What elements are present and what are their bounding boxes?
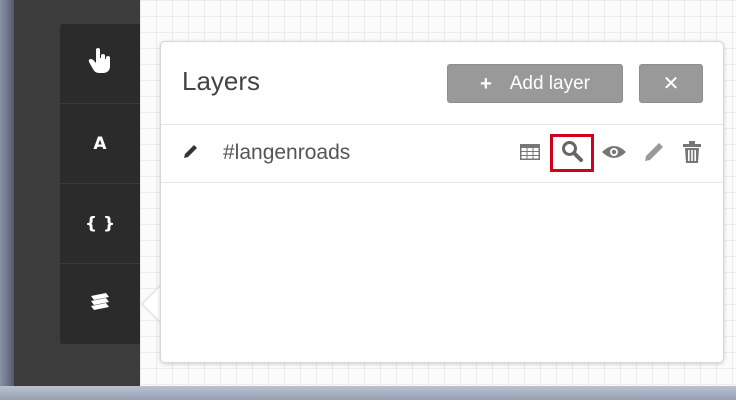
layers-tool-button[interactable]: [60, 264, 140, 344]
hand-pointer-icon: [87, 47, 113, 80]
tool-strip: A { }: [60, 24, 140, 344]
add-layer-button[interactable]: + Add layer: [447, 64, 623, 103]
add-layer-label: Add layer: [509, 72, 590, 94]
letter-a-icon: A: [93, 133, 107, 154]
trash-icon[interactable]: [679, 139, 705, 165]
close-panel-button[interactable]: ✕: [639, 64, 703, 103]
zoom-to-layer-button[interactable]: [550, 134, 594, 172]
layer-row: #langenroads: [161, 125, 723, 182]
layer-name: #langenroads: [223, 141, 351, 164]
window-frame-bottom: [0, 386, 736, 400]
pan-tool-button[interactable]: [60, 24, 140, 104]
curly-braces-icon: { }: [84, 213, 116, 234]
code-tool-button[interactable]: { }: [60, 184, 140, 264]
row-divider: [161, 182, 723, 183]
eye-icon[interactable]: [601, 139, 627, 165]
layers-icon: [88, 292, 112, 317]
pencil-icon[interactable]: [641, 139, 667, 165]
panel-title: Layers: [182, 66, 261, 96]
magnifier-icon: [561, 140, 583, 167]
window-frame-left: [0, 0, 14, 400]
edit-layer-name-icon[interactable]: [181, 143, 199, 161]
layers-panel: Layers + Add layer ✕ #langenroads: [160, 41, 724, 363]
table-icon[interactable]: [517, 139, 543, 165]
text-tool-button[interactable]: A: [60, 104, 140, 184]
plus-icon: +: [480, 72, 492, 95]
close-icon: ✕: [662, 72, 680, 95]
